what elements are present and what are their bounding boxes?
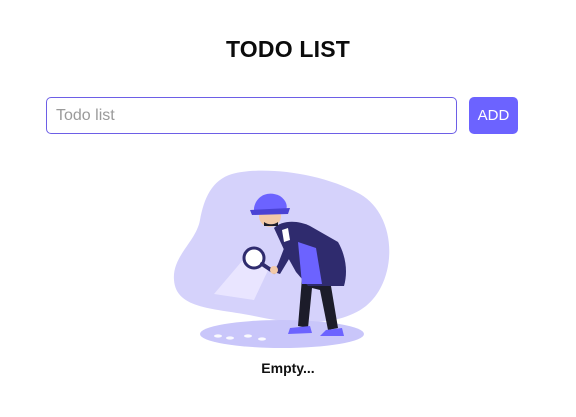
todo-input[interactable] <box>46 97 457 134</box>
illustration-background-blob <box>173 170 390 323</box>
todo-app: TODO LIST ADD <box>0 0 576 417</box>
empty-message: Empty... <box>261 360 315 376</box>
detective-illustration <box>173 170 390 348</box>
page-title: TODO LIST <box>225 36 351 62</box>
detective-hand <box>270 266 278 274</box>
add-button[interactable]: ADD <box>469 97 518 134</box>
